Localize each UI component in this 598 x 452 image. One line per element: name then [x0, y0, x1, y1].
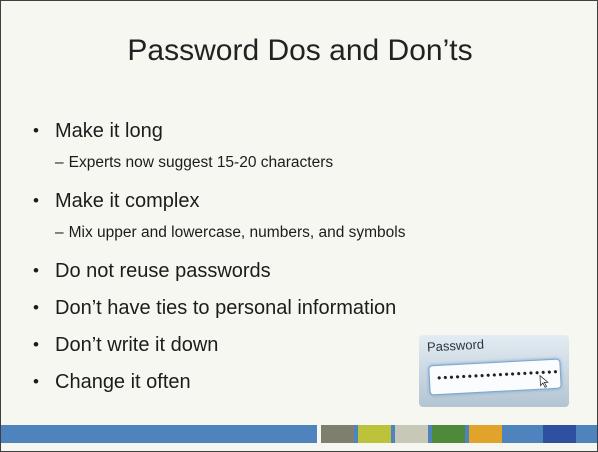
swatch-light-gray	[395, 425, 428, 443]
dash-icon: –	[55, 224, 64, 241]
password-input-illustration: ••••••••••••••••••••	[428, 358, 562, 396]
slide-title: Password Dos and Don’ts	[127, 34, 473, 67]
bullet-icon: •	[33, 335, 39, 354]
swatch-green	[432, 425, 465, 443]
sub-bullet-text: Mix upper and lowercase, numbers, and sy…	[68, 224, 406, 241]
dash-icon: –	[55, 154, 64, 171]
bullet-icon: •	[33, 298, 39, 317]
bullet-text: Change it often	[55, 371, 191, 393]
footer-strip	[1, 443, 597, 451]
sub-bullet-item: – Mix upper and lowercase, numbers, and s…	[33, 222, 578, 258]
swatch-gray	[321, 425, 354, 443]
bottom-accent-bar	[1, 425, 597, 443]
bullet-item: • Do not reuse passwords	[33, 258, 578, 295]
bullet-text: Don’t have ties to personal information	[55, 297, 397, 319]
bullet-text: Don’t write it down	[55, 334, 219, 356]
swatch-orange	[469, 425, 502, 443]
bullet-icon: •	[33, 372, 39, 391]
bullet-text: Do not reuse passwords	[55, 260, 271, 282]
bullet-item: • Make it long	[33, 118, 578, 156]
bullet-icon: •	[33, 121, 39, 140]
color-swatches	[317, 425, 580, 443]
bullet-item: • Don’t have ties to personal informatio…	[33, 295, 578, 332]
bullet-icon: •	[33, 191, 39, 210]
password-field-image: Password ••••••••••••••••••••	[419, 335, 569, 407]
bullet-text: Make it complex	[55, 190, 200, 212]
mouse-cursor-icon	[539, 374, 549, 388]
swatch-blue	[506, 425, 539, 443]
bullet-icon: •	[33, 261, 39, 280]
bullet-item: • Make it complex	[33, 188, 578, 226]
sub-bullet-item: – Experts now suggest 15-20 characters	[33, 152, 578, 188]
swatch-dark-blue	[543, 425, 576, 443]
slide: Password Dos and Don’ts • Make it long –…	[0, 0, 598, 452]
sub-bullet-text: Experts now suggest 15-20 characters	[68, 154, 334, 171]
password-label: Password	[426, 336, 485, 355]
bullet-text: Make it long	[55, 120, 163, 142]
swatch-yellow-green	[358, 425, 391, 443]
